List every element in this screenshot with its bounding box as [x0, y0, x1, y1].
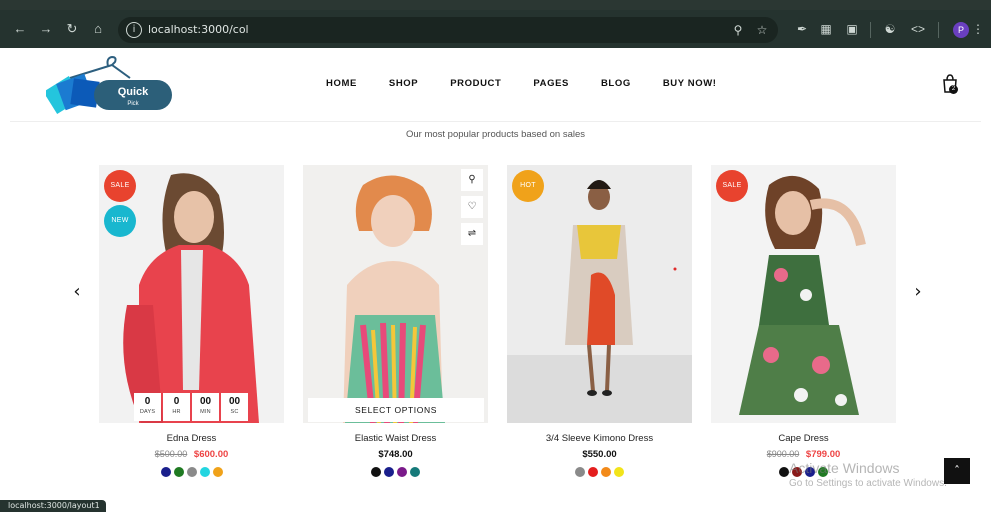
nav-blog[interactable]: BLOG: [601, 78, 631, 89]
color-swatch[interactable]: [160, 467, 171, 477]
site-header: Quick Pick HOME SHOP PRODUCT PAGES BLOG …: [10, 48, 981, 122]
watermark-title: Activate Windows: [789, 460, 900, 476]
code-icon[interactable]: <>: [910, 21, 926, 37]
product-name[interactable]: Elastic Waist Dress: [303, 433, 488, 444]
countdown-minutes: 00 MIN: [192, 393, 219, 421]
color-swatch[interactable]: [199, 467, 210, 477]
menu-kebab-icon[interactable]: ⋮: [970, 21, 986, 37]
color-swatch[interactable]: [371, 467, 381, 477]
old-price: $900.00: [766, 449, 800, 459]
color-swatches: [507, 467, 692, 477]
price-row: $550.00: [507, 449, 692, 460]
info-icon[interactable]: i: [126, 22, 142, 38]
sale-price: $600.00: [193, 449, 229, 460]
home-icon[interactable]: ⌂: [90, 21, 106, 37]
logo-subtext: Pick: [127, 101, 139, 107]
main-nav: HOME SHOP PRODUCT PAGES BLOG BUY NOW!: [326, 78, 749, 89]
carousel-next-icon[interactable]: ›: [910, 282, 926, 302]
color-swatch[interactable]: [173, 467, 184, 477]
scroll-to-top-button[interactable]: ˆ: [944, 458, 970, 484]
countdown-seconds: 00 SC: [221, 393, 248, 421]
nav-buy-now[interactable]: BUY NOW!: [663, 78, 717, 89]
countdown-hours: 0 HR: [163, 393, 190, 421]
nav-pages[interactable]: PAGES: [533, 78, 569, 89]
product-name[interactable]: Edna Dress: [99, 433, 284, 444]
color-swatches: [303, 467, 488, 477]
hot-badge: HOT: [512, 170, 544, 202]
price-row: $748.00: [303, 449, 488, 460]
select-options-button[interactable]: SELECT OPTIONS: [308, 398, 484, 422]
color-swatch[interactable]: [575, 467, 585, 477]
toolbar-divider: [938, 22, 939, 38]
address-bar[interactable]: i localhost:3000/col ⚲ ☆: [118, 17, 778, 43]
nav-home[interactable]: HOME: [326, 78, 357, 89]
forward-icon[interactable]: →: [38, 21, 54, 37]
profile-avatar[interactable]: P: [953, 22, 969, 38]
nav-shop[interactable]: SHOP: [389, 78, 418, 89]
quick-pick-logo[interactable]: Quick Pick: [46, 52, 176, 114]
section-subtitle: Our most popular products based on sales: [405, 129, 585, 140]
sale-badge: SALE: [716, 170, 748, 202]
product-image[interactable]: [99, 165, 284, 423]
activate-windows-watermark: Activate Windows Go to Settings to activ…: [789, 460, 947, 489]
browser-chrome: ← → ↻ ⌂ i localhost:3000/col ⚲ ☆ ✒ ▦ ▣ ☯…: [0, 0, 991, 48]
bookmark-star-icon[interactable]: ☆: [754, 22, 770, 38]
zoom-icon[interactable]: ⚲: [461, 169, 483, 191]
status-bar-url: localhost:3000/layout1: [0, 500, 106, 512]
color-swatch[interactable]: [410, 467, 420, 477]
tab-strip: [0, 0, 991, 10]
nav-product[interactable]: PRODUCT: [450, 78, 501, 89]
color-swatch[interactable]: [186, 467, 197, 477]
product-image[interactable]: [711, 165, 896, 423]
pen-icon[interactable]: ✒: [794, 21, 810, 37]
cart-count-badge: 2: [949, 85, 958, 94]
product-image[interactable]: [507, 165, 692, 423]
color-swatches: [99, 467, 284, 477]
color-swatch[interactable]: [397, 467, 407, 477]
product-name[interactable]: 3/4 Sleeve Kimono Dress: [507, 433, 692, 444]
color-swatch[interactable]: [588, 467, 598, 477]
color-swatch[interactable]: [601, 467, 611, 477]
price-row: $500.00 $600.00: [99, 449, 284, 460]
product-name[interactable]: Cape Dress: [711, 433, 896, 444]
price-row: $900.00 $799.00: [711, 449, 896, 460]
back-icon[interactable]: ←: [12, 21, 28, 37]
color-swatch[interactable]: [614, 467, 624, 477]
color-swatch[interactable]: [384, 467, 394, 477]
extensions-icon[interactable]: ▣: [844, 21, 860, 37]
countdown-days: 0 DAYS: [134, 393, 161, 421]
new-badge: NEW: [104, 205, 136, 237]
sale-price: $799.00: [805, 449, 841, 460]
zoom-icon[interactable]: ⚲: [730, 22, 746, 38]
price: $550.00: [582, 449, 617, 460]
carousel-prev-icon[interactable]: ‹: [69, 282, 85, 302]
sale-badge: SALE: [104, 170, 136, 202]
color-swatch[interactable]: [779, 467, 789, 477]
toolbar-divider: [870, 22, 871, 38]
url-text[interactable]: localhost:3000/col: [148, 23, 249, 36]
network-icon[interactable]: ☯: [882, 21, 898, 37]
heart-icon[interactable]: ♡: [461, 196, 483, 218]
price: $748.00: [378, 449, 413, 460]
shuffle-icon[interactable]: ⇌: [461, 223, 483, 245]
countdown-timer: 0 DAYS 0 HR 00 MIN 00 SC: [134, 393, 248, 421]
old-price: $500.00: [154, 449, 188, 459]
reload-icon[interactable]: ↻: [64, 21, 80, 37]
quick-actions: ⚲ ♡ ⇌: [461, 169, 483, 250]
logo-text: Quick: [118, 86, 149, 98]
note-icon[interactable]: ▦: [818, 21, 834, 37]
watermark-subtitle: Go to Settings to activate Windows.: [789, 478, 947, 489]
color-swatch[interactable]: [212, 467, 223, 477]
